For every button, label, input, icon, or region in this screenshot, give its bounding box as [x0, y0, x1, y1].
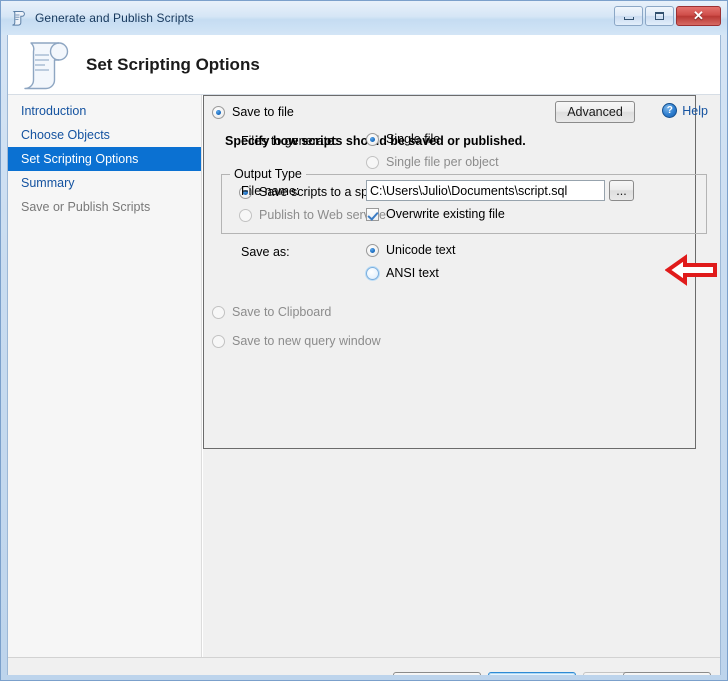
radio-label: Save to new query window — [232, 334, 381, 348]
help-label: Help — [682, 103, 708, 118]
close-button[interactable]: ✕ — [676, 6, 721, 26]
radio-label: Single file per object — [386, 155, 499, 169]
window-title: Generate and Publish Scripts — [35, 11, 194, 25]
previous-button[interactable]: < Previous — [393, 672, 481, 675]
radio-indicator — [366, 132, 379, 146]
radio-indicator — [366, 243, 379, 257]
client-area: Set Scripting Options Introduction Choos… — [7, 35, 721, 675]
help-question-icon: ? — [662, 103, 678, 118]
radio-save-to-new-query-window[interactable]: Save to new query window — [212, 334, 381, 348]
minimize-icon — [623, 17, 634, 20]
file-name-input[interactable] — [366, 180, 605, 201]
application-window: Generate and Publish Scripts ✕ Set Scrip… — [0, 0, 728, 681]
radio-save-to-file[interactable]: Save to file — [212, 105, 294, 119]
radio-label: Single file — [386, 132, 441, 146]
radio-label: Save to file — [232, 105, 294, 119]
checkbox-indicator — [366, 207, 379, 221]
next-button[interactable]: Next > — [488, 672, 576, 675]
files-to-generate-label: Files to generate: — [241, 134, 338, 148]
radio-save-to-clipboard[interactable]: Save to Clipboard — [212, 305, 331, 319]
window-controls: ✕ — [614, 6, 721, 26]
page-header: Set Scripting Options — [8, 35, 720, 94]
wizard-step-list: Introduction Choose Objects Set Scriptin… — [8, 95, 202, 657]
file-name-label: File name: — [241, 184, 300, 198]
sidebar-item-choose-objects[interactable]: Choose Objects — [8, 123, 201, 147]
radio-indicator — [366, 155, 379, 169]
advanced-button[interactable]: Advanced — [555, 101, 635, 123]
sidebar-item-set-scripting-options[interactable]: Set Scripting Options — [8, 147, 201, 171]
radio-label: Unicode text — [386, 243, 456, 257]
radio-label: ANSI text — [386, 266, 439, 280]
radio-single-file[interactable]: Single file — [366, 132, 440, 146]
script-scroll-icon — [10, 10, 27, 27]
radio-indicator — [212, 305, 225, 319]
minimize-button[interactable] — [614, 6, 643, 26]
red-left-arrow — [665, 254, 719, 286]
radio-ansi-text[interactable]: ANSI text — [366, 266, 439, 280]
radio-publish-to-web-service[interactable]: Publish to Web service — [239, 208, 386, 222]
output-type-legend: Output Type — [230, 167, 306, 181]
main-panel: ? Help Specify how scripts should be sav… — [203, 95, 720, 657]
checkbox-overwrite-existing-file[interactable]: Overwrite existing file — [366, 207, 505, 221]
page-title: Set Scripting Options — [86, 54, 260, 74]
help-link[interactable]: ? Help — [662, 103, 708, 118]
radio-indicator — [366, 266, 379, 280]
sidebar-item-summary[interactable]: Summary — [8, 171, 201, 195]
cancel-button[interactable]: Cancel — [623, 672, 711, 675]
title-bar: Generate and Publish Scripts ✕ — [1, 1, 727, 35]
radio-single-file-per-object[interactable]: Single file per object — [366, 155, 499, 169]
radio-indicator — [212, 334, 225, 348]
save-as-label: Save as: — [241, 245, 290, 259]
script-scroll-icon — [18, 39, 74, 91]
sidebar-item-introduction[interactable]: Introduction — [8, 99, 201, 123]
checkbox-label: Overwrite existing file — [386, 207, 505, 221]
save-options-panel: Save to file Advanced Files to generate:… — [203, 95, 696, 449]
radio-indicator — [212, 105, 225, 119]
maximize-icon — [655, 12, 664, 20]
maximize-button[interactable] — [645, 6, 674, 26]
wizard-footer: < Previous Next > Finish Cancel — [8, 658, 720, 675]
browse-button[interactable]: ... — [609, 180, 634, 201]
radio-unicode-text[interactable]: Unicode text — [366, 243, 455, 257]
sidebar-item-save-or-publish-scripts: Save or Publish Scripts — [21, 200, 151, 214]
radio-label: Save to Clipboard — [232, 305, 332, 319]
radio-indicator — [239, 208, 252, 222]
